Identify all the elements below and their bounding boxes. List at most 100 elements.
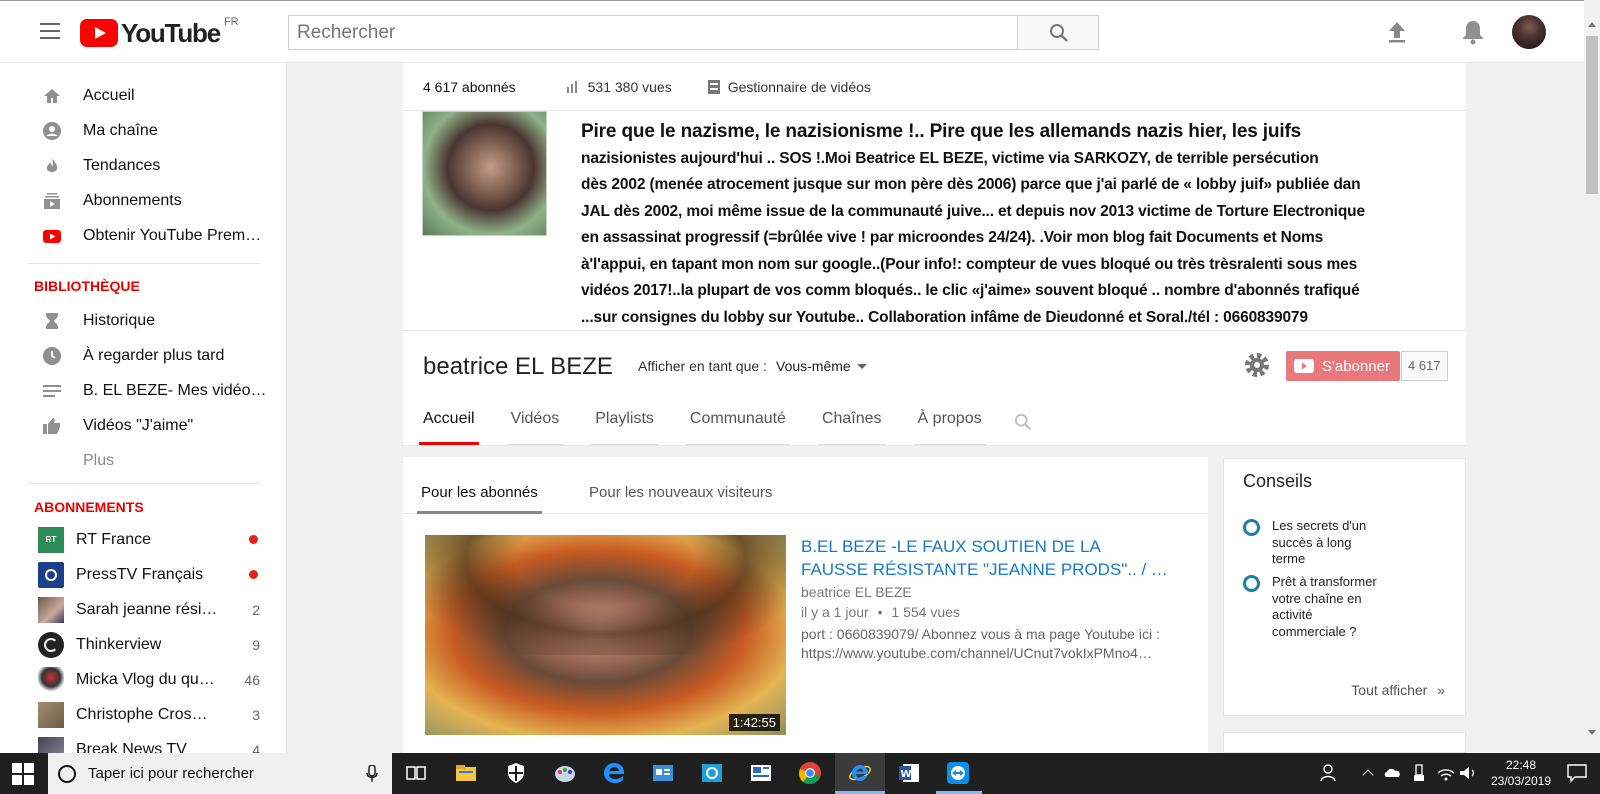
task-view-icon[interactable] — [404, 761, 428, 785]
teamviewer-icon[interactable] — [946, 761, 970, 785]
video-manager-link[interactable]: Gestionnaire de vidéos — [728, 79, 871, 95]
word-icon[interactable]: W — [897, 761, 921, 785]
show-all-link[interactable]: Tout afficher » — [1351, 682, 1445, 698]
banner-text: Pire que le nazisme, le nazisionisme !..… — [581, 119, 1466, 330]
sidebar-item-label: Micka Vlog du qu… — [76, 670, 215, 688]
scroll-thumb[interactable] — [1586, 36, 1598, 194]
search-input[interactable] — [288, 15, 1018, 50]
remote-app-icon[interactable] — [700, 761, 724, 785]
sidebar-item-home[interactable]: Accueil — [28, 78, 268, 113]
wifi-icon[interactable] — [1436, 761, 1456, 785]
tab-home[interactable]: Accueil — [419, 400, 479, 445]
page-scrollbar[interactable] — [1584, 0, 1600, 753]
channel-banner: Pire que le nazisme, le nazisionisme !..… — [403, 111, 1466, 331]
sidebar-sub-christophe[interactable]: Christophe Cros… 3 — [28, 697, 268, 732]
tab-about[interactable]: À propos — [913, 400, 986, 445]
internet-explorer-icon[interactable] — [848, 761, 872, 785]
video-description-line: https://www.youtube.com/channel/UCnut7vo… — [801, 645, 1152, 661]
sidebar-sub-sarah-jeanne[interactable]: Sarah jeanne rési… 2 — [28, 592, 268, 627]
subscriber-count: 4 617 abonnés — [423, 78, 516, 95]
home-icon — [44, 88, 60, 103]
contacts-app-icon[interactable] — [651, 761, 675, 785]
upload-icon[interactable] — [1382, 17, 1412, 47]
notifications-bell-icon[interactable] — [1458, 17, 1488, 47]
taskbar-search-box[interactable]: Taper ici pour rechercher — [48, 753, 392, 794]
tip-ring-icon — [1243, 519, 1260, 536]
live-dot-icon — [249, 570, 258, 579]
chrome-icon[interactable] — [798, 761, 822, 785]
settings-gear-icon[interactable] — [1243, 351, 1271, 379]
windows-security-icon[interactable] — [504, 761, 528, 785]
logo-text: YouTube — [121, 18, 221, 48]
tab-channels[interactable]: Chaînes — [817, 400, 886, 445]
tip-item[interactable]: Prêt à transformer votre chaîne en activ… — [1272, 574, 1382, 640]
sidebar-sub-thinkerview[interactable]: Thinkerview 9 — [28, 627, 268, 662]
news-app-icon[interactable] — [749, 761, 773, 785]
tab-community[interactable]: Communauté — [685, 400, 790, 445]
sidebar-sub-micka-vlog[interactable]: Micka Vlog du qu… 46 — [28, 662, 268, 697]
sidebar-item-watch-later[interactable]: À regarder plus tard — [28, 338, 268, 373]
channel-avatar — [38, 561, 64, 588]
channel-tabs: Accueil Vidéos Playlists Communauté Chaî… — [403, 401, 1466, 446]
chevron-up-icon[interactable] — [1362, 769, 1374, 781]
hourglass-icon — [46, 312, 58, 329]
banner-line: Pire que le nazisme, le nazisionisme !..… — [581, 121, 1302, 142]
unread-count: 9 — [252, 636, 260, 653]
edge-browser-icon[interactable] — [602, 761, 626, 785]
view-as-value: Vous-même — [776, 358, 851, 374]
tip-item[interactable]: Les secrets d'un succès à long terme — [1272, 518, 1382, 568]
action-center-icon[interactable] — [1566, 761, 1588, 785]
youtube-icon — [43, 229, 61, 243]
sidebar-item-history[interactable]: Historique — [28, 303, 268, 338]
video-views: 1 554 vues — [891, 604, 960, 620]
windows-start-icon[interactable] — [12, 763, 34, 785]
banner-line: à'l'appui, en tapant mon nom sur google.… — [581, 255, 1358, 273]
sidebar-item-premium[interactable]: Obtenir YouTube Prem… — [28, 218, 268, 253]
usb-icon[interactable] — [1412, 761, 1426, 785]
tab-for-new-visitors[interactable]: Pour les nouveaux visiteurs — [589, 484, 772, 501]
channel-search-icon[interactable] — [1014, 413, 1032, 431]
video-title[interactable]: B.EL BEZE -LE FAUX SOUTIEN DE LA FAUSSE … — [801, 535, 1171, 581]
account-avatar[interactable] — [1512, 15, 1546, 49]
tab-for-subscribers[interactable]: Pour les abonnés — [417, 457, 542, 514]
scroll-down-arrow-icon[interactable] — [1588, 730, 1596, 735]
banner-line: ...sur consignes du lobby sur Youtube.. … — [581, 308, 1308, 326]
sidebar-item-my-channel[interactable]: Ma chaîne — [28, 113, 268, 148]
microphone-icon[interactable] — [366, 764, 378, 783]
sidebar-sub-presstv[interactable]: PressTV Français — [28, 557, 268, 592]
sidebar-item-liked-videos[interactable]: Vidéos "J'aime" — [28, 408, 268, 443]
menu-icon[interactable] — [40, 23, 60, 39]
people-icon[interactable] — [1320, 761, 1340, 785]
subscribe-button[interactable]: S'abonner — [1286, 351, 1400, 381]
clock-area[interactable]: 22:48 23/03/2019 — [1488, 757, 1554, 789]
tab-playlists[interactable]: Playlists — [591, 400, 658, 445]
sidebar-item-more[interactable]: Plus — [28, 443, 268, 478]
hair-shape — [425, 535, 786, 655]
sidebar-item-subscriptions[interactable]: Abonnements — [28, 183, 268, 218]
channel-stats-bar: 4 617 abonnés 531 380 vues Gestionnaire … — [403, 63, 1466, 111]
paint-icon[interactable] — [553, 761, 577, 785]
flame-icon — [46, 157, 58, 172]
video-author[interactable]: beatrice EL BEZE — [801, 584, 912, 600]
onedrive-cloud-icon[interactable] — [1382, 761, 1404, 785]
view-as-dropdown[interactable]: Vous-même — [776, 358, 867, 374]
youtube-logo[interactable]: YouTube FR — [80, 16, 239, 50]
sidebar-sub-break-news[interactable]: Break News TV 4 — [28, 732, 268, 753]
tab-videos[interactable]: Vidéos — [506, 400, 564, 445]
scroll-up-arrow-icon[interactable] — [1588, 22, 1596, 27]
sidebar-item-label: Obtenir YouTube Prem… — [83, 226, 262, 244]
sidebar-sub-rt-france[interactable]: RT RT France — [28, 522, 268, 557]
file-explorer-icon[interactable] — [454, 761, 478, 785]
video-thumbnail[interactable]: 1:42:55 — [425, 535, 786, 735]
account-icon — [43, 121, 61, 140]
sidebar-item-playlist[interactable]: B. EL BEZE- Mes vidéo… — [28, 373, 268, 408]
volume-icon[interactable] — [1458, 761, 1478, 785]
search-button[interactable] — [1017, 15, 1099, 50]
channel-feed: Pour les abonnés Pour les nouveaux visit… — [403, 457, 1208, 757]
windows-taskbar: Taper ici pour rechercher W 22:48 23/03/… — [0, 753, 1600, 794]
sidebar-item-trending[interactable]: Tendances — [28, 148, 268, 183]
library-heading: BIBLIOTHÈQUE — [34, 278, 140, 294]
video-item[interactable]: 1:42:55 B.EL BEZE -LE FAUX SOUTIEN DE LA… — [425, 535, 1195, 735]
thumb-up-icon — [43, 417, 60, 434]
